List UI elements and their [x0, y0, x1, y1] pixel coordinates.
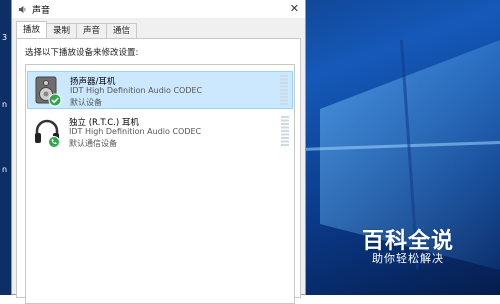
title-bar[interactable]: 声音 ✕ [12, 0, 305, 18]
window-title: 声音 [32, 5, 51, 16]
device-item-speakers[interactable]: 扬声器/耳机 IDT High Definition Audio CODEC 默… [27, 71, 293, 109]
device-driver: IDT High Definition Audio CODEC [69, 127, 202, 136]
device-item-headphones[interactable]: 独立 (R.T.C.) 耳机 IDT High Definition Audio… [27, 113, 293, 151]
watermark-subtitle: 助你轻松解决 [372, 252, 444, 265]
strip-char: n [2, 100, 8, 109]
green-phone-icon [48, 136, 60, 148]
instruction-text: 选择以下播放设备来修改设置: [25, 48, 139, 58]
strip-char: n [2, 165, 8, 174]
close-icon[interactable]: ✕ [290, 2, 299, 15]
volume-meter [281, 116, 289, 146]
speaker-icon [18, 5, 26, 13]
device-status: 默认设备 [70, 98, 102, 107]
tab-playback[interactable]: 播放 [16, 21, 48, 38]
tab-bar: 播放 录制 声音 通信 [16, 21, 138, 38]
tab-communications[interactable]: 通信 [106, 23, 138, 38]
headphones-icon [35, 119, 60, 148]
tab-recording[interactable]: 录制 [46, 23, 78, 38]
device-list[interactable]: 扬声器/耳机 IDT High Definition Audio CODEC 默… [25, 64, 295, 304]
playback-panel: 选择以下播放设备来修改设置: 扬声器/耳机 IDT High Definitio… [16, 38, 301, 304]
watermark: 百科全说 助你轻松解决 [350, 215, 480, 273]
volume-meter [280, 75, 288, 105]
tab-sounds[interactable]: 声音 [76, 23, 108, 38]
device-status: 默认通信设备 [69, 139, 117, 148]
sound-dialog: 声音 ✕ 播放 录制 声音 通信 选择以下播放设备来修改设置: 扬声器/耳机 I… [11, 0, 306, 304]
green-check-icon [48, 93, 62, 107]
speaker-icon [35, 76, 62, 107]
strip-char: 3 [2, 33, 8, 42]
device-driver: IDT High Definition Audio CODEC [70, 86, 203, 95]
